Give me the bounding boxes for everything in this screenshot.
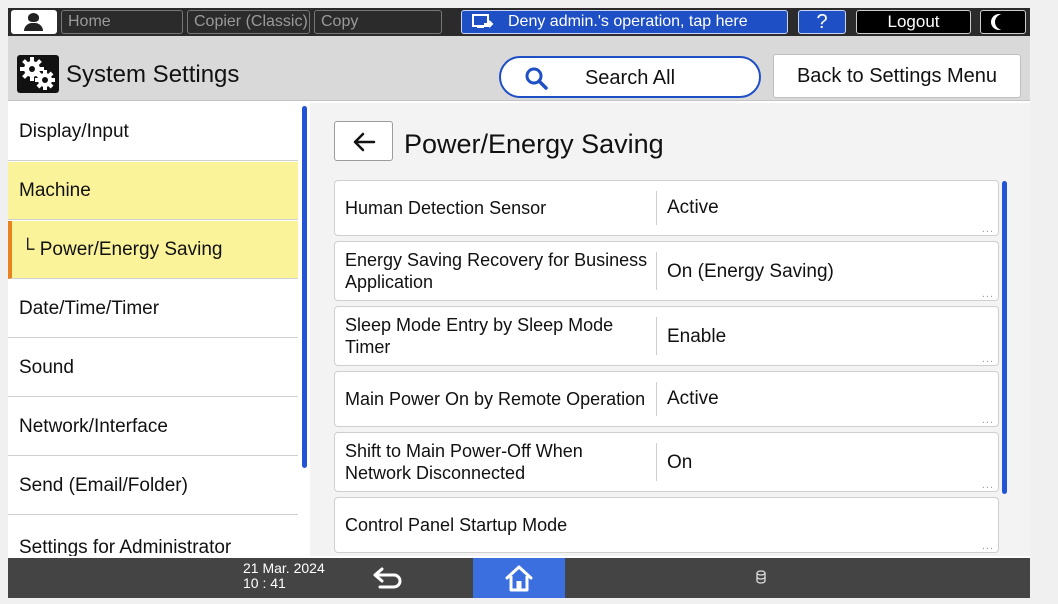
setting-label: Main Power On by Remote Operation xyxy=(345,389,646,409)
setting-value: Active xyxy=(667,197,719,218)
time-display: 10 : 41 xyxy=(243,575,286,591)
sidebar-scrollbar[interactable] xyxy=(302,106,307,468)
setting-label-line: Energy Saving Recovery for Business xyxy=(345,250,648,270)
bottom-bar: 21 Mar. 2024 10 : 41 xyxy=(8,558,1030,598)
setting-label: Control Panel Startup Mode xyxy=(345,515,568,535)
memory-icon xyxy=(756,570,766,589)
home-icon xyxy=(505,565,533,592)
copy-tab[interactable]: Copy xyxy=(314,10,442,34)
gears-icon xyxy=(17,55,59,93)
setting-label: Sleep Mode Entry by Sleep Mode Timer xyxy=(345,314,613,358)
setting-row-main-power-remote[interactable]: Main Power On by Remote Operation Active… xyxy=(334,371,999,427)
header-bar: System Settings Search All Back to Setti… xyxy=(8,36,1030,101)
setting-row-sleep-mode-entry[interactable]: Sleep Mode Entry by Sleep Mode Timer Ena… xyxy=(334,306,999,366)
top-bar: Home Copier (Classic) Copy Deny admin.'s… xyxy=(8,8,1030,36)
sidebar-item-settings-for-administrator[interactable]: Settings for Administrator xyxy=(8,516,298,556)
more-dots-icon: ... xyxy=(981,414,994,426)
section-title: Power/Energy Saving xyxy=(404,129,664,159)
row-divider xyxy=(656,252,657,290)
setting-row-human-detection-sensor[interactable]: Human Detection Sensor Active ... xyxy=(334,180,999,236)
sidebar-item-network-interface[interactable]: Network/Interface xyxy=(8,398,298,456)
setting-row-energy-saving-recovery[interactable]: Energy Saving Recovery for Business Appl… xyxy=(334,241,999,301)
main-panel: Power/Energy Saving Human Detection Sens… xyxy=(310,103,1030,556)
setting-label-line: Application xyxy=(345,272,434,292)
return-button[interactable] xyxy=(368,566,408,597)
app-frame: Home Copier (Classic) Copy Deny admin.'s… xyxy=(8,8,1030,598)
setting-value: On xyxy=(667,452,693,473)
more-dots-icon: ... xyxy=(981,353,994,365)
setting-label-line: Network Disconnected xyxy=(345,463,526,483)
setting-label: Shift to Main Power-Off When Network Dis… xyxy=(345,440,583,484)
sidebar-item-sound[interactable]: Sound xyxy=(8,339,298,397)
more-dots-icon: ... xyxy=(981,479,994,491)
row-divider xyxy=(656,382,657,416)
setting-label: Energy Saving Recovery for Business Appl… xyxy=(345,249,647,293)
home-tab[interactable]: Home xyxy=(61,10,183,34)
setting-label-line: Sleep Mode Entry by Sleep Mode xyxy=(345,315,614,335)
setting-value: Active xyxy=(667,388,719,409)
sidebar-item-machine[interactable]: Machine xyxy=(8,162,298,220)
date-display: 21 Mar. 2024 xyxy=(243,560,325,576)
main-scrollbar[interactable] xyxy=(1002,181,1007,494)
sidebar-item-display-input[interactable]: Display/Input xyxy=(8,103,298,161)
deny-admin-operation-label: Deny admin.'s operation, tap here xyxy=(508,13,748,30)
setting-row-shift-main-power-off[interactable]: Shift to Main Power-Off When Network Dis… xyxy=(334,432,999,492)
moon-icon xyxy=(995,14,1011,30)
more-dots-icon: ... xyxy=(981,223,994,235)
deny-admin-operation-button[interactable]: Deny admin.'s operation, tap here xyxy=(461,10,788,34)
setting-row-control-panel-startup[interactable]: Control Panel Startup Mode ... xyxy=(334,497,999,553)
logout-button[interactable]: Logout xyxy=(856,10,971,34)
row-divider xyxy=(656,443,657,481)
setting-label-line: Timer xyxy=(345,337,391,357)
setting-value: On (Energy Saving) xyxy=(667,261,834,282)
search-all-label: Search All xyxy=(584,67,676,89)
setting-label-line: Shift to Main Power-Off When xyxy=(345,441,583,461)
energy-saver-button[interactable] xyxy=(980,10,1026,34)
sidebar-item-date-time-timer[interactable]: Date/Time/Timer xyxy=(8,280,298,338)
back-arrow-icon xyxy=(353,132,376,152)
setting-label: Human Detection Sensor xyxy=(345,198,547,218)
remote-operation-icon xyxy=(472,14,494,38)
more-dots-icon: ... xyxy=(981,540,994,552)
sidebar: Display/Input Machine └ Power/Energy Sav… xyxy=(8,103,298,556)
home-button[interactable] xyxy=(473,558,565,598)
sidebar-item-send-email-folder[interactable]: Send (Email/Folder) xyxy=(8,457,298,515)
user-body-shape xyxy=(24,23,43,31)
page-title: System Settings xyxy=(66,61,240,88)
more-dots-icon: ... xyxy=(981,288,994,300)
back-button[interactable] xyxy=(334,121,393,161)
sidebar-item-power-energy-saving[interactable]: └ Power/Energy Saving xyxy=(8,221,298,279)
copier-classic-tab[interactable]: Copier (Classic) xyxy=(187,10,310,34)
back-to-settings-menu-button[interactable]: Back to Settings Menu xyxy=(773,54,1021,98)
row-divider xyxy=(656,317,657,355)
search-all-button[interactable]: Search All xyxy=(499,56,761,98)
return-arrow-icon xyxy=(373,567,402,589)
help-button[interactable]: ? xyxy=(798,10,846,34)
user-head-shape xyxy=(28,13,39,22)
setting-value: Enable xyxy=(667,326,727,347)
row-divider xyxy=(656,191,657,225)
user-icon[interactable] xyxy=(11,10,57,34)
